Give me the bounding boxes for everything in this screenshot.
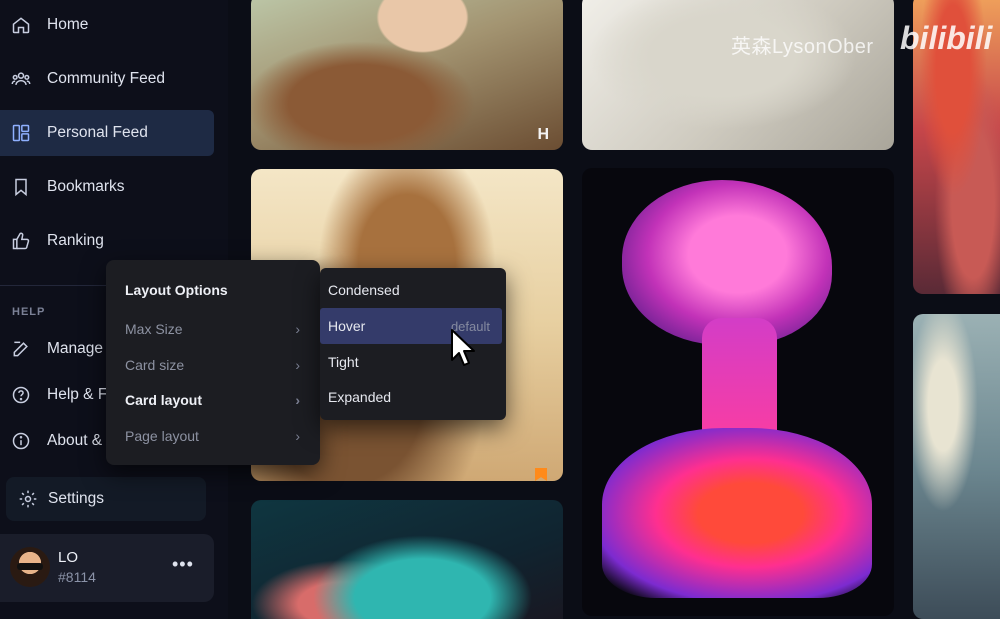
user-tag: #8114 <box>58 569 96 585</box>
home-icon <box>10 14 32 36</box>
nav-home[interactable]: Home <box>0 2 214 48</box>
menu-title: Layout Options <box>125 282 228 298</box>
option-label: Tight <box>328 354 359 370</box>
image-card[interactable] <box>913 314 1000 619</box>
image-card[interactable] <box>582 0 894 150</box>
bookmark-badge-icon <box>535 468 547 481</box>
chevron-right-icon: › <box>295 321 300 337</box>
thumbs-up-icon <box>10 230 32 252</box>
nav-manage-label: Manage <box>47 340 104 357</box>
menu-item-label: Max Size <box>125 321 183 337</box>
chevron-right-icon: › <box>295 428 300 444</box>
nav-community-feed-label: Community Feed <box>47 70 166 87</box>
option-label: Expanded <box>328 389 392 405</box>
menu-item-label: Card size <box>125 357 185 373</box>
option-expanded[interactable]: Expanded <box>320 379 506 415</box>
help-section-label: HELP <box>12 306 46 318</box>
chevron-right-icon: › <box>295 357 300 373</box>
mouse-cursor-icon <box>451 329 475 366</box>
watermark-logo: bilibili <box>900 20 993 56</box>
layout-options-menu: Layout Options Max Size › Card size › Ca… <box>106 260 320 465</box>
gear-icon <box>19 490 37 508</box>
option-label: Hover <box>328 318 366 334</box>
settings-button[interactable]: Settings <box>6 477 206 521</box>
nav-bookmarks-label: Bookmarks <box>47 178 125 195</box>
menu-item-max-size[interactable]: Max Size › <box>125 317 300 341</box>
artwork-shape <box>602 428 872 598</box>
user-name: LO <box>58 549 79 566</box>
image-card[interactable]: H <box>251 0 563 150</box>
card-layout-submenu: Condensed Hover default Tight Expanded <box>320 268 506 420</box>
menu-item-label: Page layout <box>125 428 199 444</box>
menu-item-card-layout[interactable]: Card layout › <box>125 388 300 412</box>
nav-help-label: Help & F <box>47 386 108 403</box>
nav-bookmarks[interactable]: Bookmarks <box>0 164 214 210</box>
image-card[interactable] <box>582 168 894 616</box>
option-label: Condensed <box>328 282 400 298</box>
nav-personal-feed-label: Personal Feed <box>47 124 148 141</box>
menu-item-label: Card layout <box>125 392 203 408</box>
tile-badge: H <box>537 126 549 143</box>
settings-label: Settings <box>48 490 105 507</box>
nav-ranking-label: Ranking <box>47 232 104 249</box>
option-condensed[interactable]: Condensed <box>320 272 506 308</box>
users-icon <box>10 68 32 90</box>
nav-about-label: About & <box>47 432 103 449</box>
nav-community-feed[interactable]: Community Feed <box>0 56 214 102</box>
menu-item-page-layout[interactable]: Page layout › <box>125 424 300 448</box>
image-card[interactable] <box>251 500 563 619</box>
option-tight[interactable]: Tight <box>320 344 506 380</box>
user-card[interactable]: LO #8114 ••• <box>0 534 214 602</box>
layout-icon <box>10 122 32 144</box>
edit-icon <box>10 338 32 360</box>
nav-personal-feed[interactable]: Personal Feed <box>0 110 214 156</box>
avatar <box>10 547 50 587</box>
nav-home-label: Home <box>47 16 89 33</box>
help-circle-icon <box>10 384 32 406</box>
more-options-icon[interactable]: ••• <box>172 554 194 575</box>
menu-item-card-size[interactable]: Card size › <box>125 353 300 377</box>
chevron-right-icon: › <box>295 392 300 408</box>
nav-ranking[interactable]: Ranking <box>0 218 214 264</box>
watermark-text: 英森LysonOber <box>731 36 874 58</box>
bookmark-icon <box>10 176 32 198</box>
info-icon <box>10 430 32 452</box>
